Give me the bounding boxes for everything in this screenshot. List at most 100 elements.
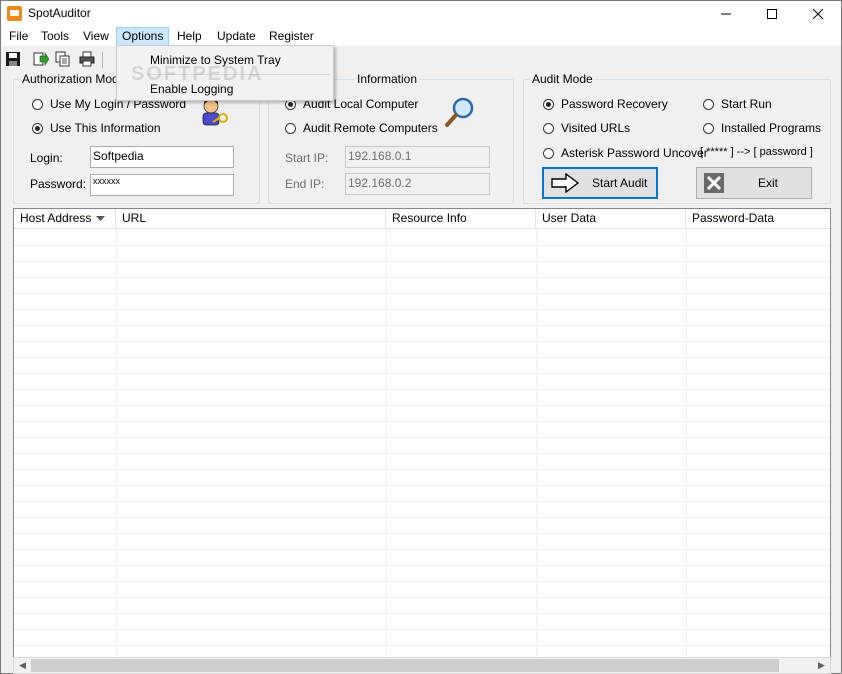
print-button[interactable] — [79, 51, 97, 69]
asterisk-password-uncover-radio[interactable]: Asterisk Password Uncover — [543, 146, 708, 160]
grid-line — [14, 453, 830, 454]
title-bar: SpotAuditor — [1, 1, 841, 27]
scrollbar-thumb[interactable] — [31, 659, 779, 672]
export-button[interactable] — [33, 51, 51, 69]
grid-line — [14, 501, 830, 502]
grid-line — [14, 421, 830, 422]
grid-line — [14, 373, 830, 374]
grid-line — [14, 245, 830, 246]
minimize-button[interactable] — [703, 1, 749, 27]
grid-line — [14, 293, 830, 294]
menu-help[interactable]: Help — [171, 27, 208, 47]
exit-button[interactable]: Exit — [696, 167, 812, 199]
close-button[interactable] — [795, 1, 841, 27]
grid-line — [14, 629, 830, 630]
installed-programs-label: Installed Programs — [721, 121, 822, 135]
grid-line — [14, 581, 830, 582]
audit-mode-group: Audit Mode Password Recovery Visited URL… — [523, 72, 831, 204]
end-ip-label: End IP: — [285, 177, 325, 191]
horizontal-scrollbar[interactable]: ◀ ▶ — [13, 657, 831, 674]
password-recovery-radio[interactable]: Password Recovery — [543, 97, 668, 111]
grid-line — [14, 277, 830, 278]
grid-line — [14, 437, 830, 438]
exit-label: Exit — [758, 176, 779, 190]
grid-line — [14, 389, 830, 390]
start-ip-label: Start IP: — [285, 151, 329, 165]
menu-view[interactable]: View — [77, 27, 115, 47]
grid-line — [14, 645, 830, 646]
radio-indicator — [543, 98, 554, 110]
use-this-information-radio[interactable]: Use This Information — [32, 121, 161, 135]
password-recovery-label: Password Recovery — [561, 97, 668, 111]
column-url[interactable]: URL — [116, 209, 386, 229]
options-dropdown-menu: Minimize to System Tray Enable Logging — [116, 45, 334, 101]
password-field[interactable]: xxxxxx — [90, 174, 234, 196]
scroll-right-icon[interactable]: ▶ — [813, 658, 830, 673]
menu-tools[interactable]: Tools — [35, 27, 75, 47]
window-title: SpotAuditor — [28, 6, 91, 20]
radio-indicator — [543, 147, 554, 159]
asterisk-password-uncover-label: Asterisk Password Uncover — [561, 146, 708, 160]
menu-item-enable-logging[interactable]: Enable Logging — [150, 82, 233, 96]
start-run-label: Start Run — [721, 97, 772, 111]
grid-line — [14, 261, 830, 262]
app-window: SpotAuditor File Tools View Options Help… — [0, 0, 842, 674]
grid-line — [14, 565, 830, 566]
visited-urls-radio[interactable]: Visited URLs — [543, 121, 630, 135]
start-ip-field[interactable]: 192.168.0.1 — [345, 146, 490, 168]
column-resource-info[interactable]: Resource Info — [386, 209, 536, 229]
arrow-right-icon — [551, 173, 580, 193]
grid-line — [14, 469, 830, 470]
column-user-data[interactable]: User Data — [536, 209, 686, 229]
radio-indicator — [703, 122, 714, 134]
end-ip-field[interactable]: 192.168.0.2 — [345, 173, 490, 195]
radio-indicator — [32, 98, 43, 110]
radio-indicator — [32, 122, 43, 134]
use-this-information-label: Use This Information — [50, 121, 161, 135]
magnifier-icon — [443, 95, 477, 129]
menu-item-minimize-to-tray[interactable]: Minimize to System Tray — [150, 53, 281, 67]
close-icon — [704, 173, 724, 193]
menu-file[interactable]: File — [3, 27, 34, 47]
information-legend: Information — [355, 72, 420, 86]
maximize-button[interactable] — [749, 1, 795, 27]
grid-line — [14, 357, 830, 358]
save-icon — [6, 52, 20, 66]
grid-line — [14, 613, 830, 614]
grid-line — [14, 517, 830, 518]
column-password-data[interactable]: Password-Data — [686, 209, 830, 229]
copy-button[interactable] — [55, 51, 73, 69]
column-host-address[interactable]: Host Address — [14, 209, 116, 229]
audit-remote-computers-radio[interactable]: Audit Remote Computers — [285, 121, 438, 135]
radio-indicator — [543, 122, 554, 134]
password-label: Password: — [30, 177, 87, 191]
table-header: Host Address URL Resource Info User Data… — [14, 209, 830, 229]
start-audit-label: Start Audit — [592, 176, 648, 190]
chevron-down-icon — [96, 216, 105, 221]
audit-mode-legend: Audit Mode — [530, 72, 595, 86]
print-icon — [79, 51, 95, 67]
maximize-icon — [767, 9, 777, 19]
toolbar-separator — [102, 52, 103, 68]
radio-indicator — [703, 98, 714, 110]
scroll-left-icon[interactable]: ◀ — [14, 658, 31, 673]
installed-programs-radio[interactable]: Installed Programs — [703, 121, 821, 135]
menu-bar: File Tools View Options Help Update Regi… — [1, 27, 841, 47]
grid-line — [14, 325, 830, 326]
copy-icon — [55, 51, 70, 67]
asterisk-hint-text: [ ***** ] --> [ password ] — [700, 146, 813, 158]
login-label: Login: — [30, 151, 63, 165]
menu-register[interactable]: Register — [263, 27, 320, 47]
grid-line — [14, 405, 830, 406]
grid-line — [14, 309, 830, 310]
save-button[interactable] — [5, 51, 23, 69]
menu-separator — [147, 74, 331, 75]
menu-update[interactable]: Update — [211, 27, 262, 47]
audit-remote-computers-label: Audit Remote Computers — [303, 121, 438, 135]
menu-options[interactable]: Options — [116, 27, 170, 47]
grid-line — [14, 533, 830, 534]
login-field[interactable]: Softpedia — [90, 146, 234, 168]
start-audit-button[interactable]: Start Audit — [542, 167, 658, 199]
start-run-radio[interactable]: Start Run — [703, 97, 772, 111]
results-table[interactable]: Host Address URL Resource Info User Data… — [13, 208, 831, 658]
